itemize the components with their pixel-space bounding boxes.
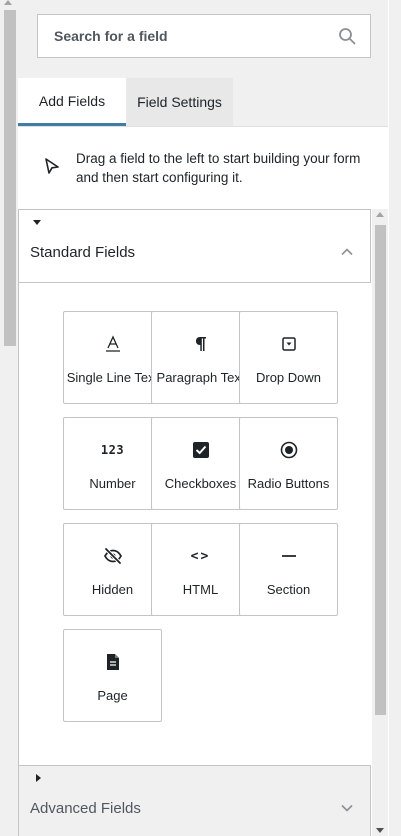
scroll-down-arrow-icon[interactable]	[376, 828, 384, 833]
standard-fields-title: Standard Fields	[30, 244, 136, 261]
fields-scrollbar[interactable]	[372, 209, 388, 836]
advanced-fields-title: Advanced Fields	[30, 800, 141, 817]
field-label: Drop Down	[255, 370, 322, 385]
field-button-section[interactable]: Section	[239, 523, 338, 616]
pilcrow-icon	[195, 337, 206, 351]
field-label: Number	[89, 476, 136, 491]
field-label: Section	[266, 582, 311, 597]
field-label: Page	[97, 688, 128, 703]
panel-right-edge	[388, 0, 401, 836]
chevron-down-icon[interactable]	[340, 801, 354, 815]
field-tabs: Add Fields Field Settings	[18, 76, 388, 126]
help-text: Drag a field to the left to start buildi…	[76, 151, 361, 185]
field-button-single-line-text[interactable]: Single Line Text	[63, 311, 162, 404]
field-button-drop-down[interactable]: Drop Down	[239, 311, 338, 404]
field-button-html[interactable]: <> HTML	[151, 523, 250, 616]
field-button-hidden[interactable]: Hidden	[63, 523, 162, 616]
eye-off-icon	[103, 547, 122, 565]
radio-icon	[280, 441, 297, 459]
field-search-box[interactable]	[37, 14, 371, 58]
field-button-radio-buttons[interactable]: Radio Buttons	[239, 417, 338, 510]
field-label: Hidden	[91, 582, 134, 597]
field-button-number[interactable]: 123 Number	[63, 417, 162, 510]
scroll-up-arrow-icon[interactable]	[4, 0, 12, 5]
search-input[interactable]	[38, 27, 326, 45]
field-label: HTML	[182, 582, 219, 597]
search-icon[interactable]	[338, 27, 356, 45]
scroll-up-arrow-icon[interactable]	[376, 212, 384, 217]
outer-scrollbar-thumb[interactable]	[4, 10, 16, 346]
dropdown-icon	[281, 337, 296, 351]
code-icon: <>	[190, 548, 211, 564]
number-icon: 123	[100, 443, 125, 457]
disclosure-down-icon	[33, 220, 41, 225]
disclosure-right-icon	[36, 774, 41, 782]
field-label: Paragraph Text	[156, 370, 245, 385]
standard-fields-header[interactable]: Standard Fields	[18, 209, 371, 283]
search-area	[18, 0, 388, 76]
fields-scrollbar-thumb[interactable]	[375, 225, 386, 715]
pointer-cursor-icon	[45, 158, 59, 174]
outer-scrollbar[interactable]	[0, 0, 16, 836]
tab-field-settings[interactable]: Field Settings	[126, 78, 233, 126]
field-button-checkboxes[interactable]: Checkboxes	[151, 417, 250, 510]
advanced-fields-header[interactable]: Advanced Fields	[18, 765, 371, 836]
field-label: Radio Buttons	[247, 476, 330, 491]
help-notice: Drag a field to the left to start buildi…	[18, 127, 388, 209]
field-button-page[interactable]: Page	[63, 629, 162, 722]
page-icon	[106, 654, 119, 670]
text-line-icon	[105, 335, 120, 352]
field-label: Checkboxes	[164, 476, 237, 491]
checkbox-icon	[192, 442, 209, 458]
field-label: Single Line Text	[66, 370, 159, 385]
field-button-paragraph-text[interactable]: Paragraph Text	[151, 311, 250, 404]
tab-add-fields[interactable]: Add Fields	[18, 78, 126, 126]
section-dash-icon	[281, 555, 296, 557]
chevron-up-icon[interactable]	[340, 245, 354, 259]
